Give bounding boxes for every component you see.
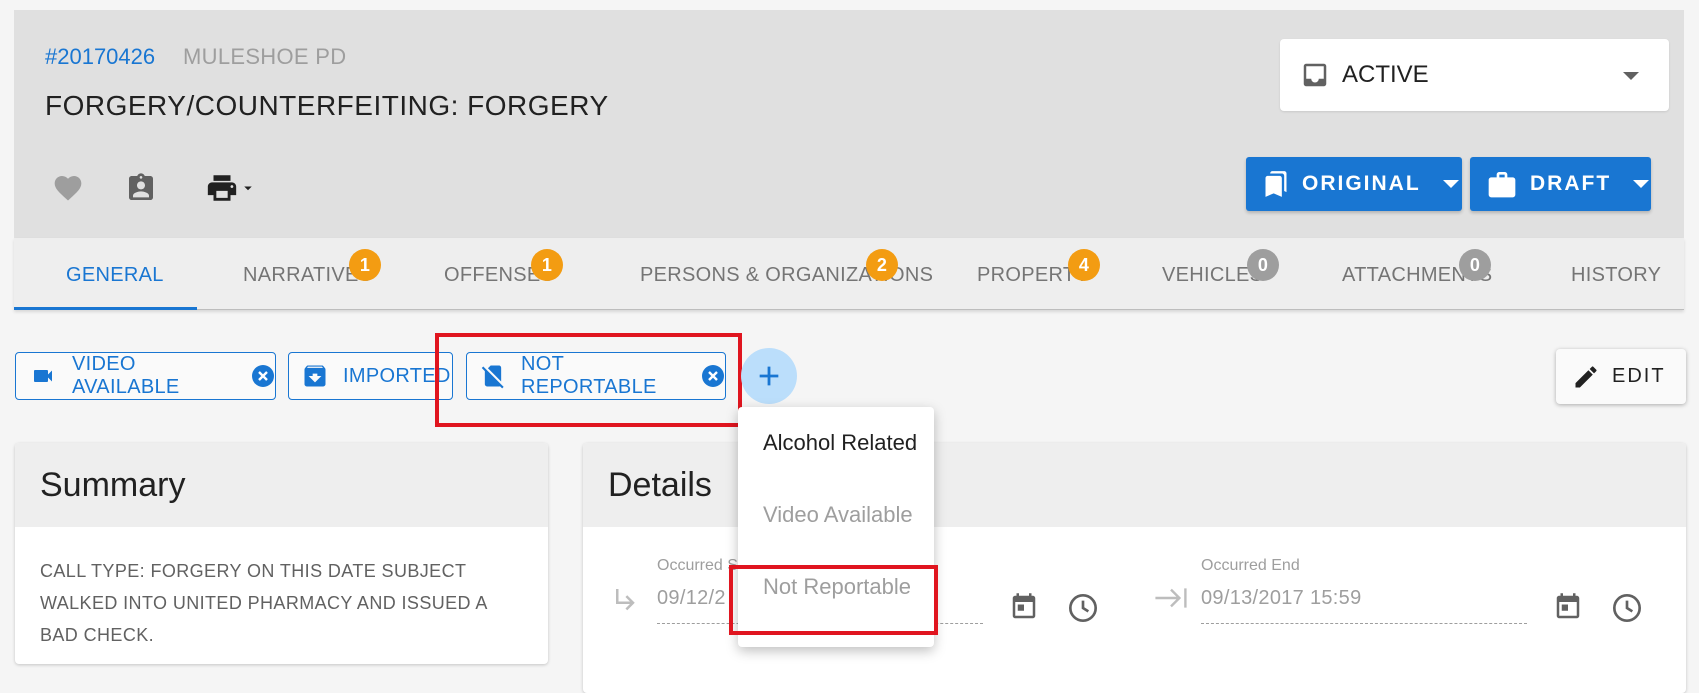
tab-active-indicator [14, 307, 197, 310]
bookmarks-icon [1265, 171, 1287, 197]
vehicles-badge: 0 [1247, 249, 1279, 281]
chevron-down-icon [1623, 72, 1639, 80]
case-header: #20170426 MULESHOE PD FORGERY/COUNTERFEI… [14, 10, 1684, 238]
occurred-end-underline [1201, 623, 1527, 624]
draft-button[interactable]: DRAFT [1470, 157, 1651, 211]
agency-label: MULESHOE PD [183, 44, 347, 69]
occurred-end-input[interactable]: 09/13/2017 15:59 [1201, 587, 1362, 610]
tag-chip-video-available[interactable]: VIDEO AVAILABLE [15, 352, 276, 400]
tab-vehicles[interactable]: VEHICLES 0 [1097, 238, 1279, 310]
menu-item-video-available: Video Available [763, 502, 913, 527]
briefcase-icon [1488, 172, 1516, 198]
print-caret-icon[interactable] [239, 179, 257, 197]
original-button[interactable]: ORIGINAL [1246, 157, 1462, 211]
pencil-icon [1575, 365, 1597, 387]
subdirectory-arrow-icon [611, 584, 641, 614]
tab-narratives[interactable]: NARRATIVES 1 [197, 238, 397, 310]
add-tag-button[interactable] [741, 348, 797, 404]
tag-chip-not-reportable[interactable]: NOT REPORTABLE [466, 352, 726, 400]
plus-icon [759, 366, 779, 386]
summary-card: Summary CALL TYPE: FORGERY ON THIS DATE … [15, 443, 548, 664]
tag-label: NOT REPORTABLE [521, 353, 657, 398]
tag-label: IMPORTED [343, 364, 451, 387]
attachments-badge: 0 [1459, 249, 1491, 281]
status-value: ACTIVE [1342, 61, 1429, 88]
occurred-start-input[interactable]: 09/12/2 [657, 587, 726, 610]
tab-label: GENERAL [66, 264, 164, 286]
status-select[interactable]: ACTIVE [1280, 39, 1669, 111]
summary-text: CALL TYPE: FORGERY ON THIS DATE SUBJECT … [40, 561, 487, 645]
edit-button[interactable]: EDIT [1556, 349, 1686, 404]
occurred-start-label: Occurred S [657, 557, 738, 574]
clock-icon[interactable] [1611, 592, 1643, 624]
tab-bar: GENERAL NARRATIVES 1 OFFENSES 1 PERSONS … [14, 238, 1684, 310]
occurred-end-label: Occurred End [1201, 557, 1300, 574]
inbox-icon [1303, 63, 1327, 87]
original-label: ORIGINAL [1302, 172, 1421, 195]
offenses-badge: 1 [531, 249, 563, 281]
tag-chip-imported[interactable]: IMPORTED [288, 352, 453, 400]
menu-item-not-reportable: Not Reportable [763, 574, 911, 599]
summary-title: Summary [15, 443, 548, 527]
remove-tag-icon[interactable] [251, 364, 275, 388]
tab-general[interactable]: GENERAL [14, 238, 197, 310]
remove-tag-icon[interactable] [701, 364, 725, 388]
calendar-icon[interactable] [1009, 591, 1039, 623]
tab-history[interactable]: HISTORY [1544, 238, 1684, 310]
case-title: FORGERY/COUNTERFEITING: FORGERY [45, 90, 609, 121]
persons-badge: 2 [866, 249, 898, 281]
favorite-icon[interactable] [48, 168, 88, 208]
chevron-down-icon [1442, 180, 1459, 188]
tab-property[interactable]: PROPERTY 4 [917, 238, 1100, 310]
property-badge: 4 [1068, 249, 1100, 281]
menu-item-alcohol-related[interactable]: Alcohol Related [738, 407, 934, 479]
assignment-ind-icon[interactable] [121, 168, 161, 208]
last-page-arrow-icon [1153, 583, 1189, 613]
tab-offenses[interactable]: OFFENSES 1 [397, 238, 577, 310]
tab-label: HISTORY [1571, 264, 1662, 286]
tab-attachments[interactable]: ATTACHMENTS 0 [1277, 238, 1492, 310]
narratives-badge: 1 [349, 249, 381, 281]
tag-menu: Alcohol Related Video Available Not Repo… [738, 407, 934, 647]
calendar-icon[interactable] [1553, 591, 1583, 623]
case-number-link[interactable]: #20170426 [45, 44, 155, 70]
print-icon[interactable] [196, 168, 266, 208]
edit-label: EDIT [1612, 365, 1666, 387]
clock-icon[interactable] [1067, 592, 1099, 624]
archive-icon [304, 365, 326, 387]
tag-label: VIDEO AVAILABLE [72, 353, 180, 398]
tab-persons-organizations[interactable]: PERSONS & ORGANIZATIONS 2 [577, 238, 933, 310]
videocam-icon [34, 370, 52, 382]
chevron-down-icon [1633, 180, 1650, 188]
no-sim-icon [481, 365, 504, 389]
draft-label: DRAFT [1530, 172, 1612, 195]
